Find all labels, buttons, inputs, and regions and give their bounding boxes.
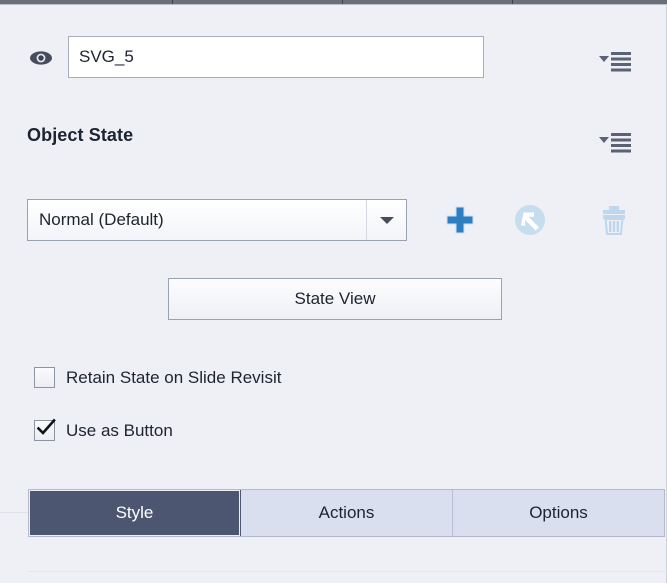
tab-style[interactable]: Style: [29, 490, 241, 536]
tab-options-label: Options: [529, 503, 588, 522]
object-state-menu-button[interactable]: [598, 129, 632, 153]
add-state-button[interactable]: [438, 199, 482, 241]
use-as-button-label: Use as Button: [66, 421, 173, 440]
delete-state-button: [592, 199, 636, 241]
tab-actions-label: Actions: [318, 503, 375, 522]
chevron-down-icon: [379, 217, 394, 224]
property-tabs: Style Actions Options: [28, 489, 665, 537]
state-dropdown-value: Normal (Default): [39, 210, 164, 229]
object-state-panel: Object State Normal (Default): [0, 0, 667, 583]
state-view-button[interactable]: State View: [168, 278, 502, 320]
object-name-input[interactable]: [68, 36, 484, 78]
retain-state-label: Retain State on Slide Revisit: [66, 368, 282, 387]
tab-style-label: Style: [115, 503, 154, 522]
checkmark-icon: [35, 417, 57, 439]
reset-state-button: [508, 199, 552, 241]
top-divider-rule: [0, 0, 667, 5]
object-name-menu-button[interactable]: [598, 48, 632, 72]
state-dropdown-arrow-box[interactable]: [366, 200, 406, 240]
tab-options[interactable]: Options: [453, 490, 664, 536]
state-controls-row: Normal (Default): [0, 199, 667, 241]
object-name-row: [0, 36, 667, 82]
section-title: Object State: [27, 125, 134, 145]
state-dropdown[interactable]: Normal (Default): [27, 199, 407, 241]
panel-bottom-divider: [28, 571, 667, 572]
eye-icon[interactable]: [29, 48, 53, 68]
panel-left-divider: [0, 512, 28, 513]
retain-state-checkbox[interactable]: [34, 367, 55, 388]
tab-actions[interactable]: Actions: [241, 490, 453, 536]
